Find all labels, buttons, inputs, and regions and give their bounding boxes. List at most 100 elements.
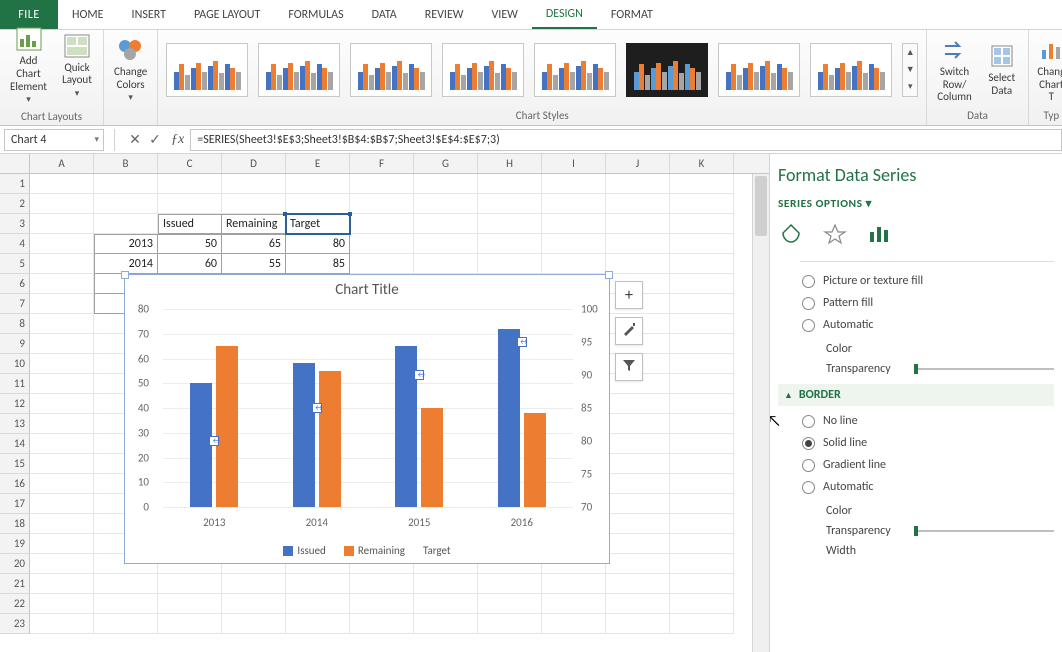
cell[interactable] <box>670 374 734 394</box>
fill-option-2[interactable]: Automatic <box>778 314 1054 336</box>
cell[interactable] <box>670 314 734 334</box>
cell[interactable] <box>94 214 158 234</box>
cell[interactable] <box>670 614 734 634</box>
cell[interactable] <box>606 214 670 234</box>
cell[interactable] <box>670 514 734 534</box>
chart-styles-button[interactable] <box>615 317 643 345</box>
cell[interactable] <box>94 194 158 214</box>
bar-remaining[interactable] <box>216 346 238 507</box>
row-header-18[interactable]: 18 <box>0 514 30 534</box>
cell[interactable] <box>670 234 734 254</box>
row-header-23[interactable]: 23 <box>0 614 30 634</box>
row-header-8[interactable]: 8 <box>0 314 30 334</box>
cell[interactable] <box>478 174 542 194</box>
target-marker[interactable] <box>312 403 322 413</box>
cell[interactable] <box>670 254 734 274</box>
cell[interactable] <box>670 574 734 594</box>
cell[interactable] <box>606 434 670 454</box>
add-chart-element-button[interactable]: Add Chart Element <box>8 23 49 108</box>
row-header-13[interactable]: 13 <box>0 414 30 434</box>
cell[interactable] <box>30 514 94 534</box>
cell[interactable] <box>30 594 94 614</box>
tab-page-layout[interactable]: PAGE LAYOUT <box>180 0 274 29</box>
fill-option-0[interactable]: Picture or texture fill <box>778 270 1054 292</box>
cell[interactable] <box>542 254 606 274</box>
row-header-1[interactable]: 1 <box>0 174 30 194</box>
cell[interactable] <box>286 614 350 634</box>
cell[interactable] <box>30 394 94 414</box>
cell[interactable] <box>30 214 94 234</box>
cell[interactable] <box>94 574 158 594</box>
cell[interactable] <box>606 254 670 274</box>
col-header-A[interactable]: A <box>30 154 94 173</box>
chart-style-7[interactable] <box>718 43 800 97</box>
cell[interactable] <box>542 214 606 234</box>
cell[interactable] <box>30 534 94 554</box>
row-header-21[interactable]: 21 <box>0 574 30 594</box>
cell[interactable] <box>222 614 286 634</box>
cell[interactable] <box>158 574 222 594</box>
cell[interactable] <box>606 614 670 634</box>
select-data-button[interactable]: Select Data <box>984 40 1020 99</box>
scroll-thumb[interactable] <box>755 176 767 236</box>
cell[interactable]: 50 <box>158 234 222 254</box>
cell[interactable] <box>670 334 734 354</box>
row-header-9[interactable]: 9 <box>0 334 30 354</box>
switch-row-column-button[interactable]: Switch Row/ Column <box>935 34 974 106</box>
cell[interactable] <box>30 334 94 354</box>
cell[interactable] <box>670 534 734 554</box>
cell[interactable] <box>30 354 94 374</box>
cell[interactable] <box>542 174 606 194</box>
cell[interactable]: Target <box>286 214 350 234</box>
cell[interactable] <box>222 574 286 594</box>
cell[interactable] <box>286 594 350 614</box>
cell[interactable] <box>478 234 542 254</box>
cell[interactable] <box>350 254 414 274</box>
cell[interactable] <box>606 594 670 614</box>
cell[interactable] <box>30 314 94 334</box>
cell[interactable] <box>158 614 222 634</box>
cell[interactable] <box>286 174 350 194</box>
row-header-5[interactable]: 5 <box>0 254 30 274</box>
row-header-22[interactable]: 22 <box>0 594 30 614</box>
chart-title[interactable]: Chart Title <box>125 275 609 303</box>
cell[interactable] <box>542 594 606 614</box>
cell[interactable] <box>670 434 734 454</box>
cell[interactable] <box>478 614 542 634</box>
cell[interactable]: 2013 <box>94 234 158 254</box>
cell[interactable] <box>222 594 286 614</box>
cell[interactable] <box>30 474 94 494</box>
cell[interactable] <box>414 214 478 234</box>
chart-styles-more-button[interactable]: ▲▼▾ <box>902 43 918 97</box>
cell[interactable] <box>30 234 94 254</box>
cell[interactable] <box>30 494 94 514</box>
col-header-B[interactable]: B <box>94 154 158 173</box>
formula-input[interactable]: =SERIES(Sheet3!$E$3;Sheet3!$B$4:$B$7;She… <box>190 129 1062 151</box>
cell[interactable] <box>30 194 94 214</box>
tab-formulas[interactable]: FORMULAS <box>274 0 357 29</box>
cell[interactable] <box>542 194 606 214</box>
row-header-19[interactable]: 19 <box>0 534 30 554</box>
row-header-12[interactable]: 12 <box>0 394 30 414</box>
cell[interactable] <box>606 494 670 514</box>
cell[interactable] <box>606 414 670 434</box>
enter-formula-button[interactable]: ✓ <box>145 130 165 150</box>
border-option-3[interactable]: Automatic <box>778 476 1054 498</box>
cell[interactable] <box>478 574 542 594</box>
tab-design[interactable]: DESIGN <box>532 0 597 29</box>
cell[interactable] <box>670 594 734 614</box>
row-header-20[interactable]: 20 <box>0 554 30 574</box>
cell[interactable] <box>670 394 734 414</box>
cell[interactable] <box>350 174 414 194</box>
row-header-15[interactable]: 15 <box>0 454 30 474</box>
row-header-14[interactable]: 14 <box>0 434 30 454</box>
row-header-2[interactable]: 2 <box>0 194 30 214</box>
cell[interactable] <box>222 194 286 214</box>
cell[interactable] <box>606 454 670 474</box>
row-header-6[interactable]: 6 <box>0 274 30 294</box>
cell[interactable]: 85 <box>286 254 350 274</box>
cell[interactable] <box>30 574 94 594</box>
vertical-scrollbar[interactable] <box>752 174 769 652</box>
cell[interactable] <box>670 194 734 214</box>
cell[interactable] <box>30 614 94 634</box>
